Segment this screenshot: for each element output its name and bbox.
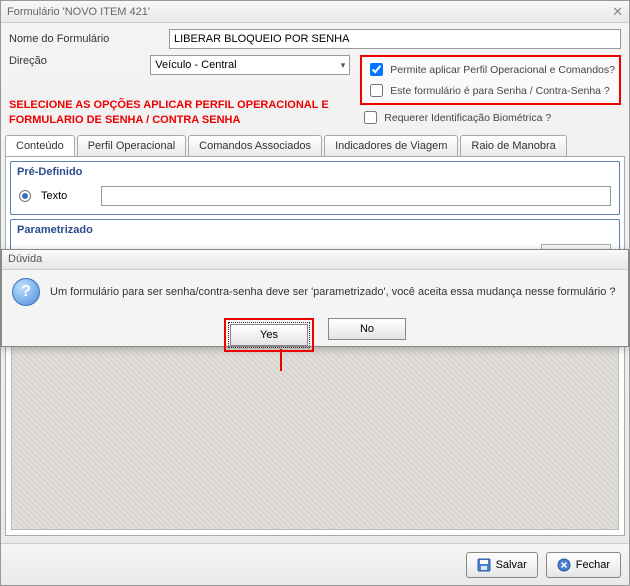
direction-label: Direção [9, 55, 150, 67]
texto-label: Texto [41, 190, 91, 202]
title-bar: Formulário 'NOVO ITEM 421' ✕ [1, 1, 629, 23]
chevron-down-icon: ▾ [341, 60, 346, 71]
tab-indicadores[interactable]: Indicadores de Viagem [324, 135, 458, 156]
annotation-connector-line [280, 349, 282, 371]
direction-select[interactable]: Veículo - Central ▾ [150, 55, 350, 75]
annotation-top: SELECIONE AS OPÇÕES APLICAR PERFIL OPERA… [9, 98, 369, 129]
footer-bar: Salvar Fechar [1, 543, 629, 585]
salvar-label: Salvar [496, 559, 527, 571]
direction-value: Veículo - Central [155, 59, 236, 71]
form-area: Nome do Formulário Direção Veículo - Cen… [1, 23, 629, 129]
window-close-icon[interactable]: ✕ [612, 4, 623, 20]
confirm-dialog: Dúvida ? Um formulário para ser senha/co… [1, 249, 629, 347]
tab-perfil[interactable]: Perfil Operacional [77, 135, 186, 156]
form-name-label: Nome do Formulário [9, 33, 169, 45]
allow-profile-label: Permite aplicar Perfil Operacional e Com… [390, 64, 615, 76]
predefined-box: Pré-Definido Texto [10, 161, 620, 215]
predefined-title: Pré-Definido [11, 162, 619, 182]
yes-highlight: Yes [224, 318, 314, 352]
require-biometric-checkbox[interactable] [364, 111, 377, 124]
tab-conteudo[interactable]: Conteúdo [5, 135, 75, 156]
require-biometric-label: Requerer Identificação Biométrica ? [384, 112, 551, 124]
tab-raio[interactable]: Raio de Manobra [460, 135, 566, 156]
dialog-title: Dúvida [2, 250, 628, 270]
password-form-checkbox[interactable] [370, 84, 383, 97]
window-title: Formulário 'NOVO ITEM 421' [7, 6, 150, 18]
save-icon [477, 558, 491, 572]
form-name-input[interactable] [169, 29, 621, 49]
allow-profile-checkbox[interactable] [370, 63, 383, 76]
fechar-label: Fechar [576, 559, 610, 571]
question-icon: ? [12, 278, 40, 306]
highlighted-checkbox-group: Permite aplicar Perfil Operacional e Com… [360, 55, 621, 105]
main-window: Formulário 'NOVO ITEM 421' ✕ Nome do For… [0, 0, 630, 586]
fechar-button[interactable]: Fechar [546, 552, 621, 578]
salvar-button[interactable]: Salvar [466, 552, 538, 578]
close-icon [557, 558, 571, 572]
texto-input[interactable] [101, 186, 611, 206]
password-form-label: Este formulário é para Senha / Contra-Se… [390, 85, 609, 97]
predefined-radio[interactable] [19, 190, 31, 202]
no-button[interactable]: No [328, 318, 406, 340]
tab-bar: Conteúdo Perfil Operacional Comandos Ass… [5, 135, 625, 156]
parametrized-title: Parametrizado [11, 220, 619, 240]
dialog-message: Um formulário para ser senha/contra-senh… [50, 286, 615, 298]
yes-button[interactable]: Yes [230, 324, 308, 346]
tab-comandos[interactable]: Comandos Associados [188, 135, 322, 156]
